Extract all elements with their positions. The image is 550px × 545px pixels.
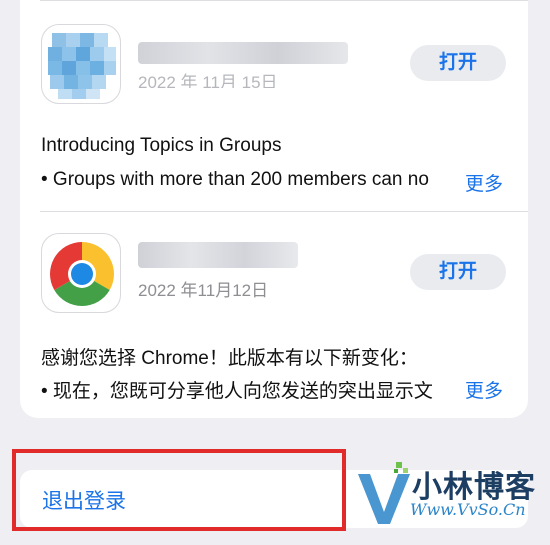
app1-open-button[interactable]: 打开 (410, 45, 506, 81)
watermark-logo: 小林博客 Www.VvSo.Cn (356, 452, 536, 536)
watermark-v-icon (358, 462, 410, 524)
app2-date: 2022 年11月12日 (138, 281, 269, 300)
blurred-app-name (138, 42, 348, 64)
chrome-app-icon[interactable] (41, 233, 121, 313)
updates-card: 2022 年 11月 15日 打开 Introducing Topics in … (20, 0, 528, 418)
watermark-url: Www.VvSo.Cn (410, 500, 526, 519)
highlight-annotation-box (12, 449, 346, 531)
chrome-icon (50, 242, 114, 306)
app1-note-title: Introducing Topics in Groups (41, 135, 282, 156)
app-divider (40, 211, 528, 212)
app2-note-title: 感谢您选择 Chrome！此版本有以下新变化： (41, 348, 418, 369)
app1-more-link[interactable]: 更多 (465, 169, 503, 196)
blurred-app-icon (48, 33, 116, 99)
app-icon-blurred[interactable] (41, 24, 121, 104)
top-divider (40, 0, 528, 1)
app2-more-link[interactable]: 更多 (465, 376, 503, 403)
app1-note-line: • Groups with more than 200 members can … (41, 169, 429, 190)
app2-open-button[interactable]: 打开 (410, 254, 506, 290)
app1-date: 2022 年 11月 15日 (138, 73, 278, 88)
app2-note-line: • 现在，您既可分享他人向您发送的突出显示文 (41, 381, 433, 402)
blurred-app-name (138, 242, 298, 268)
